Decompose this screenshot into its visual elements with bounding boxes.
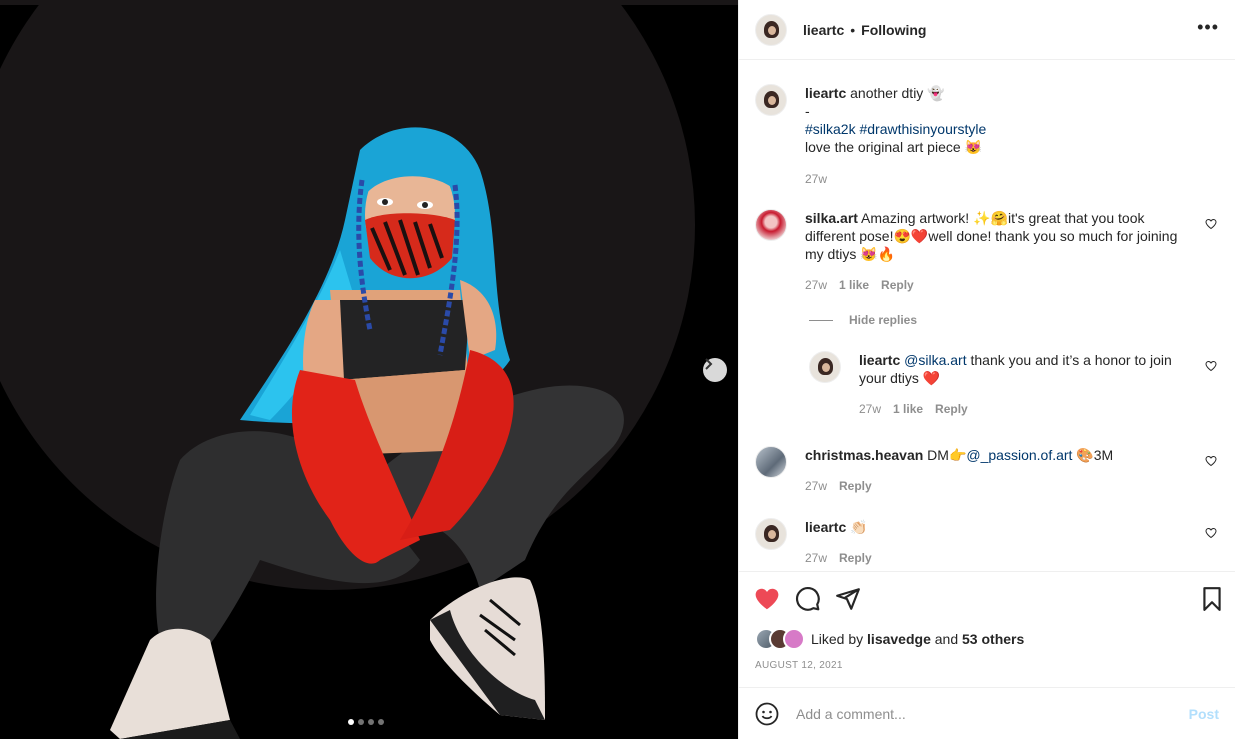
more-options-icon[interactable]: ••• — [1197, 18, 1219, 36]
timestamp[interactable]: 27w — [805, 278, 827, 292]
like-comment-icon[interactable] — [1205, 527, 1217, 539]
liked-by: Liked by lisavedge and 53 others — [755, 628, 1024, 650]
post-image-pane[interactable] — [0, 0, 738, 739]
comment-meta: 27w 1 like Reply — [805, 278, 914, 292]
hashtag-link[interactable]: #drawthisinyourstyle — [859, 121, 986, 137]
like-comment-icon[interactable] — [1205, 218, 1217, 230]
hashtag-link[interactable]: #silka2k — [805, 121, 856, 137]
like-comment-icon[interactable] — [1205, 455, 1217, 467]
heart-liked-icon[interactable] — [754, 586, 780, 612]
timestamp[interactable]: 27w — [805, 479, 827, 493]
likes-count[interactable]: 1 like — [839, 278, 869, 292]
post-comment-button[interactable]: Post — [1189, 706, 1219, 722]
artwork-illustration — [0, 0, 738, 739]
comment-text: lieartc @silka.art thank you and it’s a … — [859, 352, 1172, 386]
avatar[interactable] — [809, 351, 841, 383]
post-actions: Liked by lisavedge and 53 others AUGUST … — [739, 571, 1235, 688]
add-comment-bar: Post — [739, 687, 1235, 740]
comment-username[interactable]: silka.art — [805, 210, 858, 226]
emoji-icon[interactable] — [755, 702, 779, 726]
like-comment-icon[interactable] — [1205, 360, 1217, 372]
caption-text: lieartc another dtiy 👻 - #silka2k #drawt… — [805, 85, 987, 155]
post-sidebar: lieartc • Following ••• lieartc another … — [738, 0, 1235, 739]
hide-replies-button[interactable]: Hide replies — [809, 313, 917, 327]
comments-list[interactable]: lieartc another dtiy 👻 - #silka2k #drawt… — [739, 60, 1235, 571]
mention-link[interactable]: @silka.art — [904, 352, 966, 368]
comment-icon[interactable] — [795, 586, 821, 612]
carousel-dot — [368, 719, 374, 725]
reply-button[interactable]: Reply — [839, 479, 872, 493]
next-image-button[interactable] — [703, 358, 727, 382]
comment-username[interactable]: lieartc — [805, 519, 846, 535]
likes-count[interactable]: 1 like — [893, 402, 923, 416]
liked-by-text: Liked by lisavedge and 53 others — [811, 631, 1025, 647]
save-bookmark-icon[interactable] — [1199, 586, 1225, 612]
carousel-dot — [358, 719, 364, 725]
liker-avatar[interactable] — [783, 628, 805, 650]
comment-text: silka.art Amazing artwork! ✨🤗it's great … — [805, 210, 1178, 262]
reply-button[interactable]: Reply — [839, 551, 872, 565]
comment-text: christmas.heavan DM👉@_passion.of.art 🎨3M — [805, 447, 1114, 463]
reply-button[interactable]: Reply — [881, 278, 914, 292]
comment-meta: 27w 1 like Reply — [859, 402, 968, 416]
carousel-dot — [348, 719, 354, 725]
comment-meta: 27w Reply — [805, 551, 872, 565]
reply-button[interactable]: Reply — [935, 402, 968, 416]
avatar[interactable] — [755, 84, 787, 116]
header-separator: • — [850, 21, 856, 38]
caption-meta: 27w — [805, 172, 827, 186]
mention-link[interactable]: @_passion.of.art — [966, 447, 1072, 463]
comment-username[interactable]: lieartc — [805, 85, 846, 101]
avatar[interactable] — [755, 518, 787, 550]
timestamp[interactable]: 27w — [805, 172, 827, 186]
share-icon[interactable] — [835, 586, 861, 612]
comment-meta: 27w Reply — [805, 479, 872, 493]
comment-username[interactable]: lieartc — [859, 352, 900, 368]
divider — [809, 319, 833, 321]
avatar[interactable] — [755, 446, 787, 478]
timestamp[interactable]: 27w — [859, 402, 881, 416]
following-button[interactable]: Following — [861, 22, 926, 38]
post-header: lieartc • Following ••• — [739, 0, 1235, 60]
carousel-dot — [378, 719, 384, 725]
carousel-indicator — [348, 719, 384, 725]
avatar[interactable] — [755, 209, 787, 241]
liker-username[interactable]: lisavedge — [867, 631, 931, 647]
comment-text: lieartc 👏🏻 — [805, 519, 868, 535]
chevron-right-icon — [705, 358, 713, 370]
timestamp[interactable]: 27w — [805, 551, 827, 565]
post-date[interactable]: AUGUST 12, 2021 — [755, 660, 843, 671]
comment-username[interactable]: christmas.heavan — [805, 447, 923, 463]
author-avatar[interactable] — [755, 13, 787, 46]
comment-input[interactable] — [794, 705, 1178, 723]
others-likes-link[interactable]: 53 others — [962, 631, 1024, 647]
author-username[interactable]: lieartc — [803, 22, 844, 38]
